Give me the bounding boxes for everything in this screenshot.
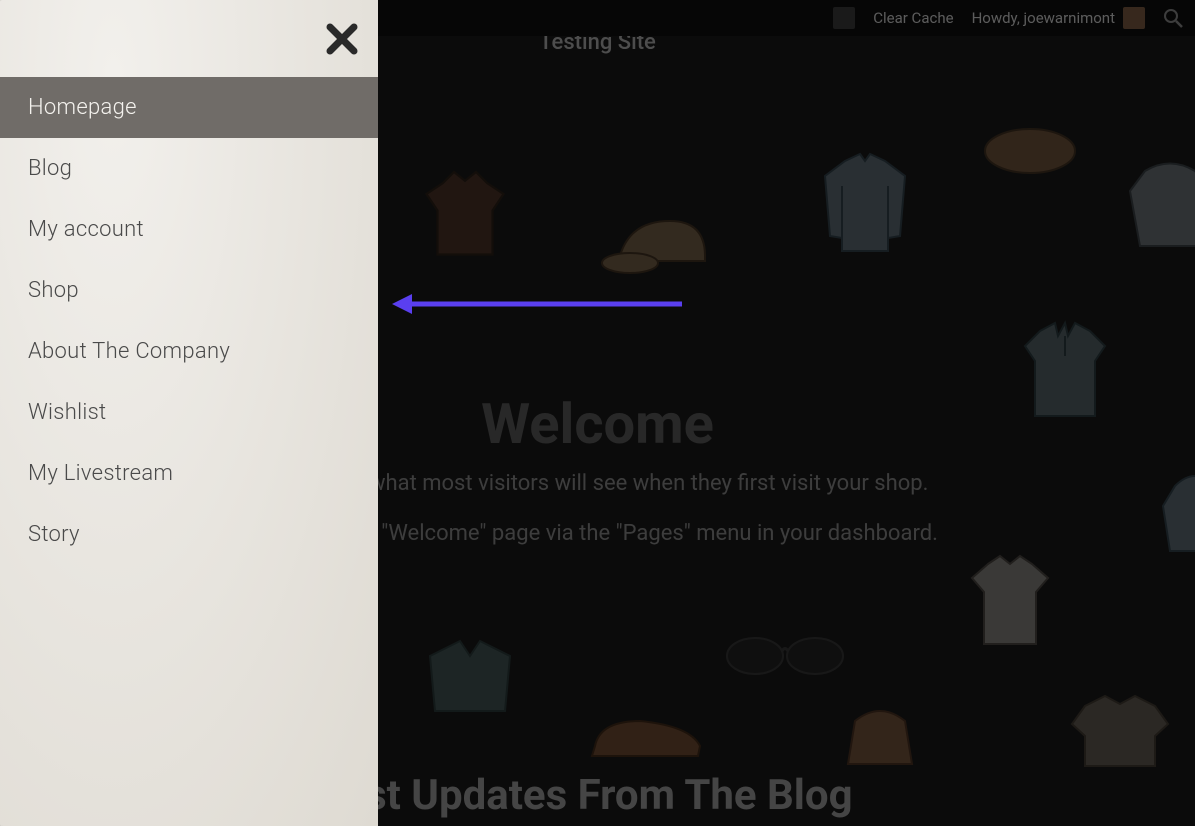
- annotation-arrow: [392, 290, 692, 318]
- sidebar-drawer: Homepage Blog My account Shop About The …: [0, 0, 378, 826]
- sidebar-item-livestream[interactable]: My Livestream: [0, 443, 378, 504]
- sidebar-item-story[interactable]: Story: [0, 504, 378, 565]
- sidebar-header: [0, 0, 378, 77]
- sidebar-menu: Homepage Blog My account Shop About The …: [0, 77, 378, 565]
- sidebar-item-wishlist[interactable]: Wishlist: [0, 382, 378, 443]
- sidebar-item-my-account[interactable]: My account: [0, 199, 378, 260]
- close-icon[interactable]: [324, 21, 360, 57]
- sidebar-item-blog[interactable]: Blog: [0, 138, 378, 199]
- sidebar-item-about[interactable]: About The Company: [0, 321, 378, 382]
- sidebar-item-homepage[interactable]: Homepage: [0, 77, 378, 138]
- sidebar-item-shop[interactable]: Shop: [0, 260, 378, 321]
